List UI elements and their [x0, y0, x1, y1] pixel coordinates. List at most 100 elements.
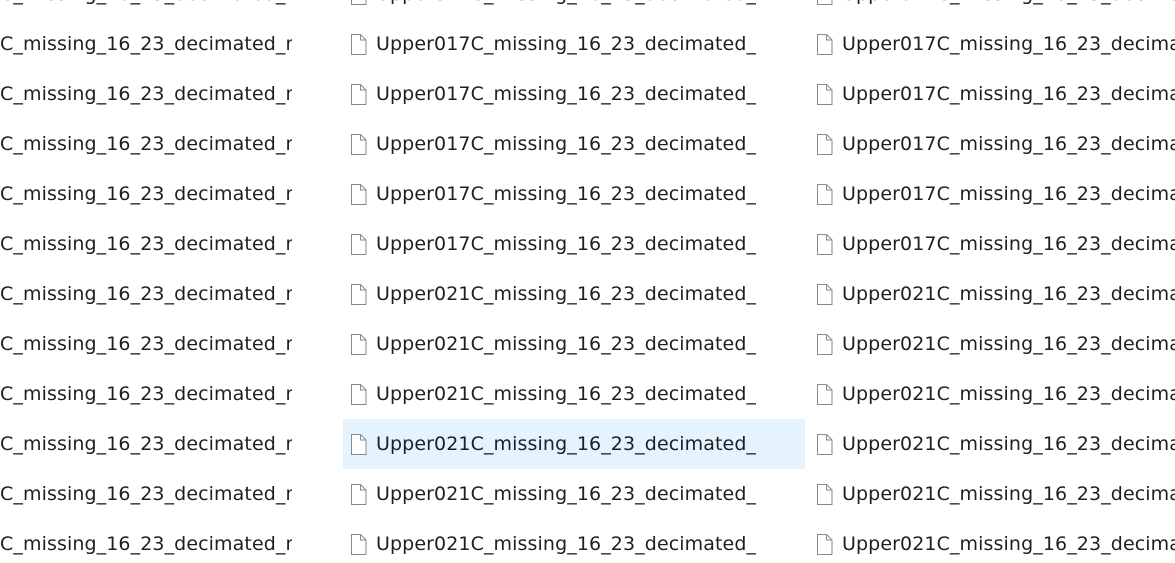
- file-name-label: Upper017C_missing_16_23_decimated_ms...: [376, 183, 756, 205]
- file-item[interactable]: C_missing_16_23_decimated_ms...: [0, 169, 300, 219]
- file-column-right: Upper017C_missing_16_23_decimated_ Upper0…: [807, 0, 1175, 563]
- file-name-label: C_missing_16_23_decimated_ms...: [0, 283, 292, 305]
- file-item[interactable]: C_missing_16_23_decimated_ms...: [0, 469, 300, 519]
- file-item[interactable]: C_missing_16_23_decimated_ms...: [0, 0, 300, 19]
- file-name-label: Upper021C_missing_16_23_decimated_ms...: [376, 483, 756, 505]
- file-item[interactable]: Upper021C_missing_16_23_decimated_: [807, 269, 1175, 319]
- file-icon: [816, 383, 833, 405]
- file-icon: [816, 483, 833, 505]
- file-icon: [816, 533, 833, 555]
- file-item[interactable]: Upper017C_missing_16_23_decimated_ms...: [343, 169, 805, 219]
- file-name-label: Upper021C_missing_16_23_decimated_ms...: [376, 433, 756, 455]
- file-item[interactable]: Upper017C_missing_16_23_decimated_ms...: [343, 69, 805, 119]
- file-item[interactable]: Upper021C_missing_16_23_decimated_ms...: [343, 269, 805, 319]
- file-name-label: C_missing_16_23_decimated_ms...: [0, 183, 292, 205]
- file-name-label: Upper021C_missing_16_23_decimated_: [842, 483, 1175, 505]
- file-item[interactable]: C_missing_16_23_decimated_ms...: [0, 119, 300, 169]
- file-item[interactable]: Upper017C_missing_16_23_decimated_: [807, 219, 1175, 269]
- file-name-label: Upper017C_missing_16_23_decimated_ms...: [376, 83, 756, 105]
- file-name-label: Upper021C_missing_16_23_decimated_ms...: [376, 333, 756, 355]
- file-name-label: C_missing_16_23_decimated_ms...: [0, 83, 292, 105]
- file-icon: [350, 33, 367, 55]
- file-name-label: C_missing_16_23_decimated_ms...: [0, 483, 292, 505]
- file-icon: [350, 433, 367, 455]
- file-item[interactable]: Upper017C_missing_16_23_decimated_: [807, 19, 1175, 69]
- file-icon: [350, 0, 367, 5]
- file-name-label: Upper021C_missing_16_23_decimated_: [842, 533, 1175, 555]
- file-name-label: C_missing_16_23_decimated_ms...: [0, 133, 292, 155]
- file-item[interactable]: Upper017C_missing_16_23_decimated_ms...: [343, 119, 805, 169]
- file-item[interactable]: Upper021C_missing_16_23_decimated_ms...: [343, 369, 805, 419]
- file-icon: [350, 183, 367, 205]
- file-name-label: Upper017C_missing_16_23_decimated_ms...: [376, 233, 756, 255]
- file-item[interactable]: C_missing_16_23_decimated_ms...: [0, 419, 300, 469]
- file-icon: [350, 133, 367, 155]
- file-icon: [816, 433, 833, 455]
- file-item[interactable]: C_missing_16_23_decimated_ms...: [0, 19, 300, 69]
- file-column-middle: Upper017C_missing_16_23_decimated_ms... U…: [343, 0, 805, 563]
- file-item[interactable]: Upper021C_missing_16_23_decimated_: [807, 469, 1175, 519]
- file-name-label: C_missing_16_23_decimated_ms...: [0, 0, 292, 5]
- file-icon: [816, 233, 833, 255]
- file-item[interactable]: C_missing_16_23_decimated_ms...: [0, 319, 300, 369]
- file-name-label: Upper017C_missing_16_23_decimated_: [842, 183, 1175, 205]
- file-item[interactable]: Upper021C_missing_16_23_decimated_: [807, 319, 1175, 369]
- file-name-label: C_missing_16_23_decimated_ms...: [0, 533, 292, 555]
- file-item[interactable]: Upper021C_missing_16_23_decimated_ms...: [343, 519, 805, 563]
- file-name-label: Upper017C_missing_16_23_decimated_ms...: [376, 33, 756, 55]
- file-name-label: Upper017C_missing_16_23_decimated_ms...: [376, 133, 756, 155]
- file-name-label: Upper021C_missing_16_23_decimated_ms...: [376, 533, 756, 555]
- file-icon: [350, 233, 367, 255]
- file-icon: [350, 383, 367, 405]
- file-icon: [816, 83, 833, 105]
- file-icon: [816, 283, 833, 305]
- file-name-label: Upper017C_missing_16_23_decimated_: [842, 233, 1175, 255]
- file-item[interactable]: C_missing_16_23_decimated_ms...: [0, 369, 300, 419]
- file-item[interactable]: Upper017C_missing_16_23_decimated_ms...: [343, 19, 805, 69]
- file-name-label: Upper017C_missing_16_23_decimated_: [842, 83, 1175, 105]
- file-name-label: C_missing_16_23_decimated_ms...: [0, 383, 292, 405]
- file-icon: [816, 133, 833, 155]
- file-icon: [816, 33, 833, 55]
- file-name-label: C_missing_16_23_decimated_ms...: [0, 233, 292, 255]
- file-item[interactable]: Upper021C_missing_16_23_decimated_ms...: [343, 469, 805, 519]
- file-item[interactable]: C_missing_16_23_decimated_ms...: [0, 219, 300, 269]
- file-icon: [350, 533, 367, 555]
- file-item[interactable]: Upper021C_missing_16_23_decimated_: [807, 519, 1175, 563]
- file-name-label: Upper017C_missing_16_23_decimated_: [842, 0, 1175, 5]
- file-item[interactable]: Upper017C_missing_16_23_decimated_: [807, 69, 1175, 119]
- file-list-view: C_missing_16_23_decimated_ms... C_missing…: [0, 0, 1175, 563]
- file-name-label: Upper021C_missing_16_23_decimated_: [842, 283, 1175, 305]
- file-item[interactable]: Upper017C_missing_16_23_decimated_ms...: [343, 0, 805, 19]
- file-item[interactable]: Upper021C_missing_16_23_decimated_ms...: [343, 319, 805, 369]
- file-icon: [350, 483, 367, 505]
- file-name-label: Upper021C_missing_16_23_decimated_ms...: [376, 383, 756, 405]
- file-name-label: Upper021C_missing_16_23_decimated_: [842, 333, 1175, 355]
- file-icon: [816, 183, 833, 205]
- file-item[interactable]: Upper021C_missing_16_23_decimated_: [807, 419, 1175, 469]
- file-item-selected[interactable]: Upper021C_missing_16_23_decimated_ms...: [343, 419, 805, 469]
- file-item[interactable]: Upper021C_missing_16_23_decimated_: [807, 369, 1175, 419]
- file-icon: [350, 333, 367, 355]
- file-item[interactable]: Upper017C_missing_16_23_decimated_: [807, 169, 1175, 219]
- file-icon: [816, 0, 833, 5]
- file-icon: [816, 333, 833, 355]
- file-item[interactable]: Upper017C_missing_16_23_decimated_: [807, 119, 1175, 169]
- file-name-label: Upper021C_missing_16_23_decimated_: [842, 433, 1175, 455]
- file-item[interactable]: C_missing_16_23_decimated_ms...: [0, 269, 300, 319]
- file-icon: [350, 283, 367, 305]
- file-name-label: Upper017C_missing_16_23_decimated_: [842, 133, 1175, 155]
- file-name-label: C_missing_16_23_decimated_ms...: [0, 33, 292, 55]
- file-name-label: Upper017C_missing_16_23_decimated_: [842, 33, 1175, 55]
- file-name-label: Upper021C_missing_16_23_decimated_ms...: [376, 283, 756, 305]
- file-icon: [350, 83, 367, 105]
- file-column-left: C_missing_16_23_decimated_ms... C_missing…: [0, 0, 300, 563]
- file-name-label: Upper017C_missing_16_23_decimated_ms...: [376, 0, 756, 5]
- file-name-label: C_missing_16_23_decimated_ms...: [0, 433, 292, 455]
- file-item[interactable]: C_missing_16_23_decimated_ms...: [0, 519, 300, 563]
- file-name-label: Upper021C_missing_16_23_decimated_: [842, 383, 1175, 405]
- file-item[interactable]: Upper017C_missing_16_23_decimated_ms...: [343, 219, 805, 269]
- file-item[interactable]: C_missing_16_23_decimated_ms...: [0, 69, 300, 119]
- file-name-label: C_missing_16_23_decimated_ms...: [0, 333, 292, 355]
- file-item[interactable]: Upper017C_missing_16_23_decimated_: [807, 0, 1175, 19]
